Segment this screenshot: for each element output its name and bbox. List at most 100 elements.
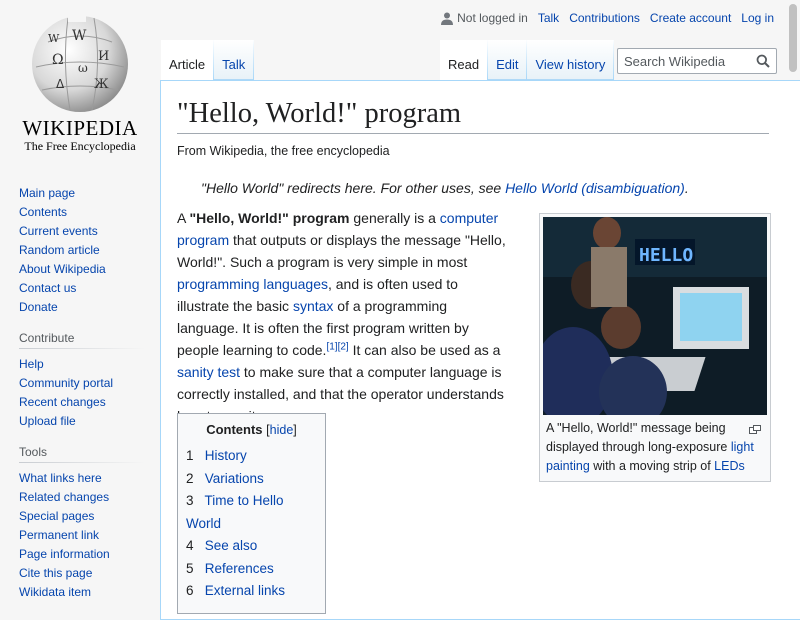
sidebar-item-main-page[interactable]: Main page [19,186,75,200]
intro-text: generally is a [349,210,440,226]
toc-number: 4 [186,538,194,553]
sidebar-item-random-article[interactable]: Random article [19,243,100,257]
user-icon [441,12,454,25]
tab-edit-label: Edit [496,57,519,72]
toc-link-see-also[interactable]: See also [205,538,258,553]
svg-text:W: W [48,32,60,45]
intro-text: It can also be used as a [348,342,501,358]
sidebar-tools: Tools What links here Related changes Sp… [0,445,160,602]
article-content: "Hello, World!" program From Wikipedia, … [160,80,800,620]
intro-text: A [177,210,190,226]
toc-number: 3 [186,493,194,508]
page-title: "Hello, World!" program [177,97,769,135]
toc-item[interactable]: 6 External links [186,580,317,603]
sidebar-item-recent-changes[interactable]: Recent changes [19,395,106,409]
tab-talk[interactable]: Talk [214,40,255,80]
sidebar-item-donate[interactable]: Donate [19,300,58,314]
toc-link-history[interactable]: History [205,448,247,463]
wikipedia-wordmark: WIKIPEDIA [22,116,138,140]
wikipedia-tagline: The Free Encyclopedia [24,139,136,153]
login-link[interactable]: Log in [741,11,774,25]
search-box [617,48,777,74]
scrollbar-thumb[interactable] [789,4,797,72]
intro-paragraph: A "Hello, World!" program generally is a… [177,207,507,427]
personal-talk-link[interactable]: Talk [538,11,559,25]
sidebar-item-upload-file[interactable]: Upload file [19,414,76,428]
toc-item[interactable]: 5 References [186,558,317,581]
svg-text:ᐃ: ᐃ [56,77,65,91]
tab-article[interactable]: Article [161,40,215,80]
create-account-link[interactable]: Create account [650,11,731,25]
programming-languages-link[interactable]: programming languages [177,276,328,292]
tab-read[interactable]: Read [440,40,489,80]
personal-tools: Not logged in Talk Contributions Create … [441,11,774,25]
sidebar: Main page Contents Current events Random… [0,180,160,612]
sidebar-item-community-portal[interactable]: Community portal [19,376,113,390]
led-text: HELLO [639,245,693,266]
puzzle-globe-icon: W Ω И ω ᐃ Ж W [32,12,128,112]
syntax-link[interactable]: syntax [293,298,333,314]
toc-item[interactable]: 2 Variations [186,468,317,491]
reference-1-link[interactable]: [1] [326,341,337,352]
enlarge-icon[interactable] [749,421,761,440]
site-subtitle: From Wikipedia, the free encyclopedia [177,144,390,159]
sidebar-item-contents[interactable]: Contents [19,205,67,219]
thumbnail-figure: HELLO A "Hello, World!" message being di… [539,213,771,482]
sidebar-item-special-pages[interactable]: Special pages [19,509,94,523]
toc-number: 5 [186,560,194,576]
toc-link-references[interactable]: References [205,561,274,576]
toc-item[interactable]: 3 Time to Hello World [186,490,317,535]
page-scrollbar[interactable] [786,0,800,600]
tab-read-label: Read [448,57,480,72]
toc-link-external-links[interactable]: External links [205,583,285,598]
sidebar-item-page-information[interactable]: Page information [19,547,110,561]
toc-title: Contents [206,422,263,437]
personal-contributions-link[interactable]: Contributions [569,11,640,25]
wikipedia-logo[interactable]: W Ω И ω ᐃ Ж W WIKIPEDIA The Free Encyclo… [0,0,160,160]
table-of-contents: Contents [hide] 1 History 2 Variations 3… [177,413,326,614]
sidebar-item-about-wikipedia[interactable]: About Wikipedia [19,262,106,276]
tab-view-history[interactable]: View history [527,40,615,80]
reference-2-link[interactable]: [2] [338,341,349,352]
sidebar-item-current-events[interactable]: Current events [19,224,98,238]
search-button[interactable] [756,54,770,73]
sanity-test-link[interactable]: sanity test [177,364,240,380]
intro-bold-title: "Hello, World!" program [189,210,350,226]
toc-hide-link[interactable]: hide [270,423,294,437]
toc-number: 1 [186,448,194,463]
svg-text:Ω: Ω [52,52,64,68]
toc-item[interactable]: 1 History [186,445,317,468]
namespace-tabs: Article Talk [161,40,255,80]
toc-number: 6 [186,583,194,598]
not-logged-in-status: Not logged in [441,11,528,25]
sidebar-item-wikidata-item[interactable]: Wikidata item [19,585,91,599]
svg-text:W: W [72,28,87,44]
toc-header: Contents [hide] [186,422,317,437]
tab-view-history-label: View history [535,57,606,72]
tab-talk-label: Talk [222,57,246,72]
toc-number: 2 [186,470,194,486]
search-input[interactable] [618,49,748,73]
caption-text: A "Hello, World!" message being displaye… [546,421,731,454]
sidebar-item-permanent-link[interactable]: Permanent link [19,528,99,542]
hatnote: "Hello World" redirects here. For other … [177,180,784,196]
sidebar-contribute: Contribute Help Community portal Recent … [0,331,160,431]
svg-text:ω: ω [78,61,88,75]
sidebar-item-what-links-here[interactable]: What links here [19,471,102,485]
sidebar-item-cite-this-page[interactable]: Cite this page [19,566,92,580]
sidebar-item-help[interactable]: Help [19,357,44,371]
view-tabs: Read Edit View history [440,40,615,80]
sidebar-contribute-heading: Contribute [19,331,144,349]
toc-link-variations[interactable]: Variations [205,471,264,486]
leds-link[interactable]: LEDs [714,459,745,473]
hatnote-disambiguation-link[interactable]: Hello World (disambiguation) [505,180,685,196]
tab-edit[interactable]: Edit [488,40,528,80]
sidebar-item-related-changes[interactable]: Related changes [19,490,109,504]
hello-world-photo[interactable]: HELLO [543,217,767,415]
toc-hide-toggle[interactable]: [hide] [266,423,297,437]
hatnote-end: . [684,180,689,197]
svg-text:Ж: Ж [94,77,109,92]
toc-item[interactable]: 4 See also [186,535,317,558]
sidebar-item-contact-us[interactable]: Contact us [19,281,76,295]
not-logged-in-label: Not logged in [457,11,528,25]
